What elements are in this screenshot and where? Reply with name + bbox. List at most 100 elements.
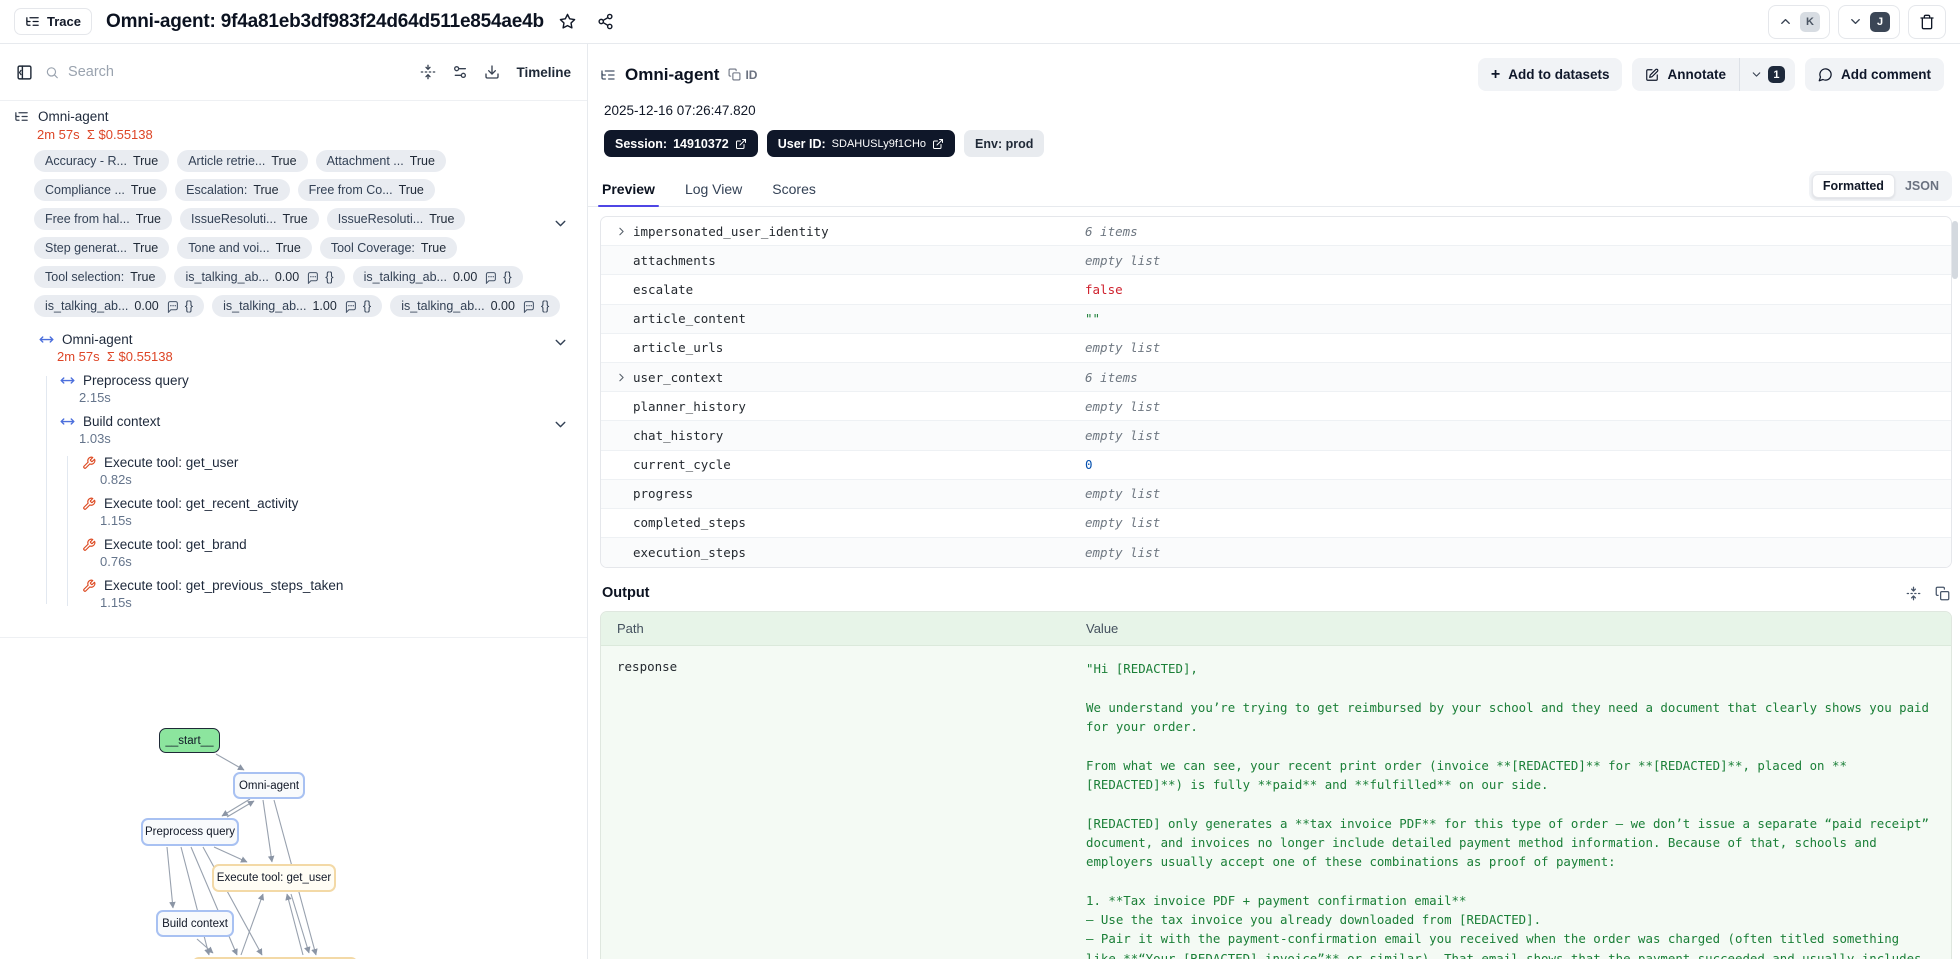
collapse-span-chevron[interactable] [552, 416, 569, 433]
collapse-root-chevron[interactable] [552, 215, 569, 232]
comment-dots-icon [345, 300, 356, 313]
kv-row: article_urls empty list [601, 333, 1951, 363]
score-badge[interactable]: Free from hal... True [34, 208, 172, 230]
output-rows: response "Hi [REDACTED], We understand yo… [601, 646, 1951, 959]
tree-span-preprocess-query[interactable]: Preprocess query 2.15s [39, 373, 587, 405]
graph-node[interactable]: __start__ [159, 728, 220, 753]
kv-row: completed_steps empty list [601, 508, 1951, 539]
output-title: Output [602, 585, 650, 602]
tab-log-view[interactable]: Log View [683, 181, 744, 206]
annotation-count-badge: 1 [1767, 66, 1785, 83]
prev-trace-button[interactable]: K [1768, 4, 1830, 39]
output-table: Path Value response "Hi [REDACTED], We un… [600, 611, 1952, 959]
content-scrollbar-thumb[interactable] [1952, 221, 1958, 279]
score-badge[interactable]: Step generat... True [34, 237, 170, 259]
span-label: Build context [83, 414, 161, 429]
score-badge[interactable]: IssueResoluti... True [180, 208, 319, 230]
tab-scores[interactable]: Scores [770, 181, 818, 206]
annotate-button[interactable]: Annotate [1632, 58, 1739, 91]
tool-spans: Execute tool: get_user 0.82s Execute tool:… [60, 455, 587, 610]
add-comment-button[interactable]: Add comment [1804, 58, 1944, 91]
score-badge[interactable]: is_talking_ab... 0.00{} [390, 295, 561, 317]
tree-span-omni-agent[interactable]: Omni-agent 2m 57s Σ $0.55138 Preprocess … [0, 332, 587, 610]
score-badge[interactable]: Article retrie... True [177, 150, 308, 172]
download-icon[interactable] [484, 64, 500, 80]
wrench-icon [83, 579, 96, 592]
tree-span-build-context[interactable]: Build context 1.03s Execute tool: get_us… [39, 414, 587, 610]
score-badge[interactable]: Accuracy - R... True [34, 150, 170, 172]
share-button[interactable] [592, 8, 620, 36]
graph-node[interactable]: Preprocess query [141, 818, 239, 846]
span-arrows-icon [60, 377, 75, 384]
score-badge[interactable]: is_talking_ab... 0.00{} [352, 266, 523, 288]
tree-span-tool[interactable]: Execute tool: get_user 0.82s [60, 455, 587, 487]
session-badge[interactable]: Session: 14910372 [604, 130, 758, 157]
graph-node[interactable]: Execute tool: get_user [212, 864, 336, 892]
kv-row: current_cycle 0 [601, 450, 1951, 480]
tree-span-tool[interactable]: Execute tool: get_recent_activity 1.15s [60, 496, 587, 528]
topbar: Trace Omni-agent: 9f4a81eb3df983f24d64d5… [0, 0, 1960, 44]
tree-root-node[interactable]: Omni-agent 2m 57s Σ $0.55138 Accuracy - … [0, 109, 587, 323]
comment-dots-icon [308, 271, 319, 284]
search-input[interactable] [68, 64, 409, 80]
filter-settings-icon[interactable] [452, 64, 468, 80]
preview-content: impersonated_user_identity 6 items attachm… [588, 207, 1960, 959]
copy-icon[interactable] [1935, 586, 1950, 601]
span-label: Omni-agent [62, 332, 133, 347]
delete-trace-button[interactable] [1908, 4, 1946, 39]
score-badge[interactable]: Compliance ... True [34, 179, 168, 201]
trace-viewer-app: Trace Omni-agent: 9f4a81eb3df983f24d64d5… [0, 0, 1960, 959]
tree-root-label: Omni-agent [38, 109, 109, 124]
chevron-right-icon [619, 227, 624, 235]
search-box[interactable] [45, 64, 409, 80]
tree-span-tool[interactable]: Execute tool: get_previous_steps_taken 1.… [60, 578, 587, 610]
trace-tree-sidebar: Timeline Omni-agent 2m 57s Σ $0.55138 Ac… [0, 44, 588, 959]
list-tree-icon [26, 17, 39, 26]
graph-node[interactable]: Build context [156, 910, 234, 937]
score-badge[interactable]: Tone and voi... True [177, 237, 312, 259]
format-json-option[interactable]: JSON [1895, 175, 1949, 197]
span-duration: 1.03s [79, 431, 111, 446]
tree-span-tool[interactable]: Execute tool: get_brand 0.76s [60, 537, 587, 569]
collapse-panel-icon[interactable] [16, 64, 33, 81]
output-col-path: Path [617, 621, 644, 637]
score-badge[interactable]: is_talking_ab... 1.00{} [212, 295, 383, 317]
score-badge[interactable]: Tool Coverage: True [319, 237, 458, 259]
annotate-dropdown-toggle[interactable]: 1 [1738, 58, 1795, 91]
user-id-badge[interactable]: User ID: SDAHUSLy9f1CHo [766, 130, 956, 157]
add-to-datasets-button[interactable]: + Add to datasets [1477, 58, 1623, 91]
kv-row: progress empty list [601, 479, 1951, 509]
collapse-vertical-icon[interactable] [1906, 586, 1921, 601]
timeline-toggle[interactable]: Timeline [516, 65, 571, 80]
score-badge[interactable]: Attachment ... True [315, 150, 446, 172]
kv-row[interactable]: impersonated_user_identity 6 items [601, 217, 1951, 247]
copy-id-chip[interactable]: ID [728, 68, 757, 82]
score-badge[interactable]: is_talking_ab... 0.00{} [34, 295, 205, 317]
search-icon [46, 66, 58, 78]
format-formatted-option[interactable]: Formatted [1811, 174, 1895, 198]
score-badge[interactable]: is_talking_ab... 0.00{} [174, 266, 345, 288]
comment-dots-icon [167, 300, 178, 313]
trace-label: Trace [47, 14, 81, 29]
tree-root-metrics: 2m 57s Σ $0.55138 [37, 127, 153, 142]
collapse-all-icon[interactable] [420, 64, 436, 80]
sidebar-header: Timeline [0, 44, 587, 101]
tab-preview[interactable]: Preview [598, 181, 659, 207]
next-trace-button[interactable]: J [1838, 4, 1900, 39]
chevron-right-icon [619, 373, 624, 381]
kv-row: escalate false [601, 275, 1951, 305]
score-badge[interactable]: Tool selection: True [34, 266, 167, 288]
span-label: Preprocess query [83, 373, 189, 388]
score-badge[interactable]: IssueResoluti... True [326, 208, 466, 230]
graph-node[interactable]: Omni-agent [233, 772, 305, 799]
chevron-down-icon [1851, 19, 1860, 24]
bookmark-star-button[interactable] [554, 8, 582, 36]
collapse-span-chevron[interactable] [552, 334, 569, 351]
score-badge[interactable]: Free from Co... True [297, 179, 435, 201]
shortcut-key-k: K [1800, 11, 1820, 32]
output-value: "Hi [REDACTED], We understand you’re try… [1086, 661, 1929, 959]
wrench-icon [83, 456, 96, 469]
score-badge[interactable]: Escalation: True [175, 179, 290, 201]
agent-graph[interactable]: __start__ Omni-agent Preprocess query Execu… [0, 700, 588, 959]
kv-row[interactable]: user_context 6 items [601, 362, 1951, 393]
